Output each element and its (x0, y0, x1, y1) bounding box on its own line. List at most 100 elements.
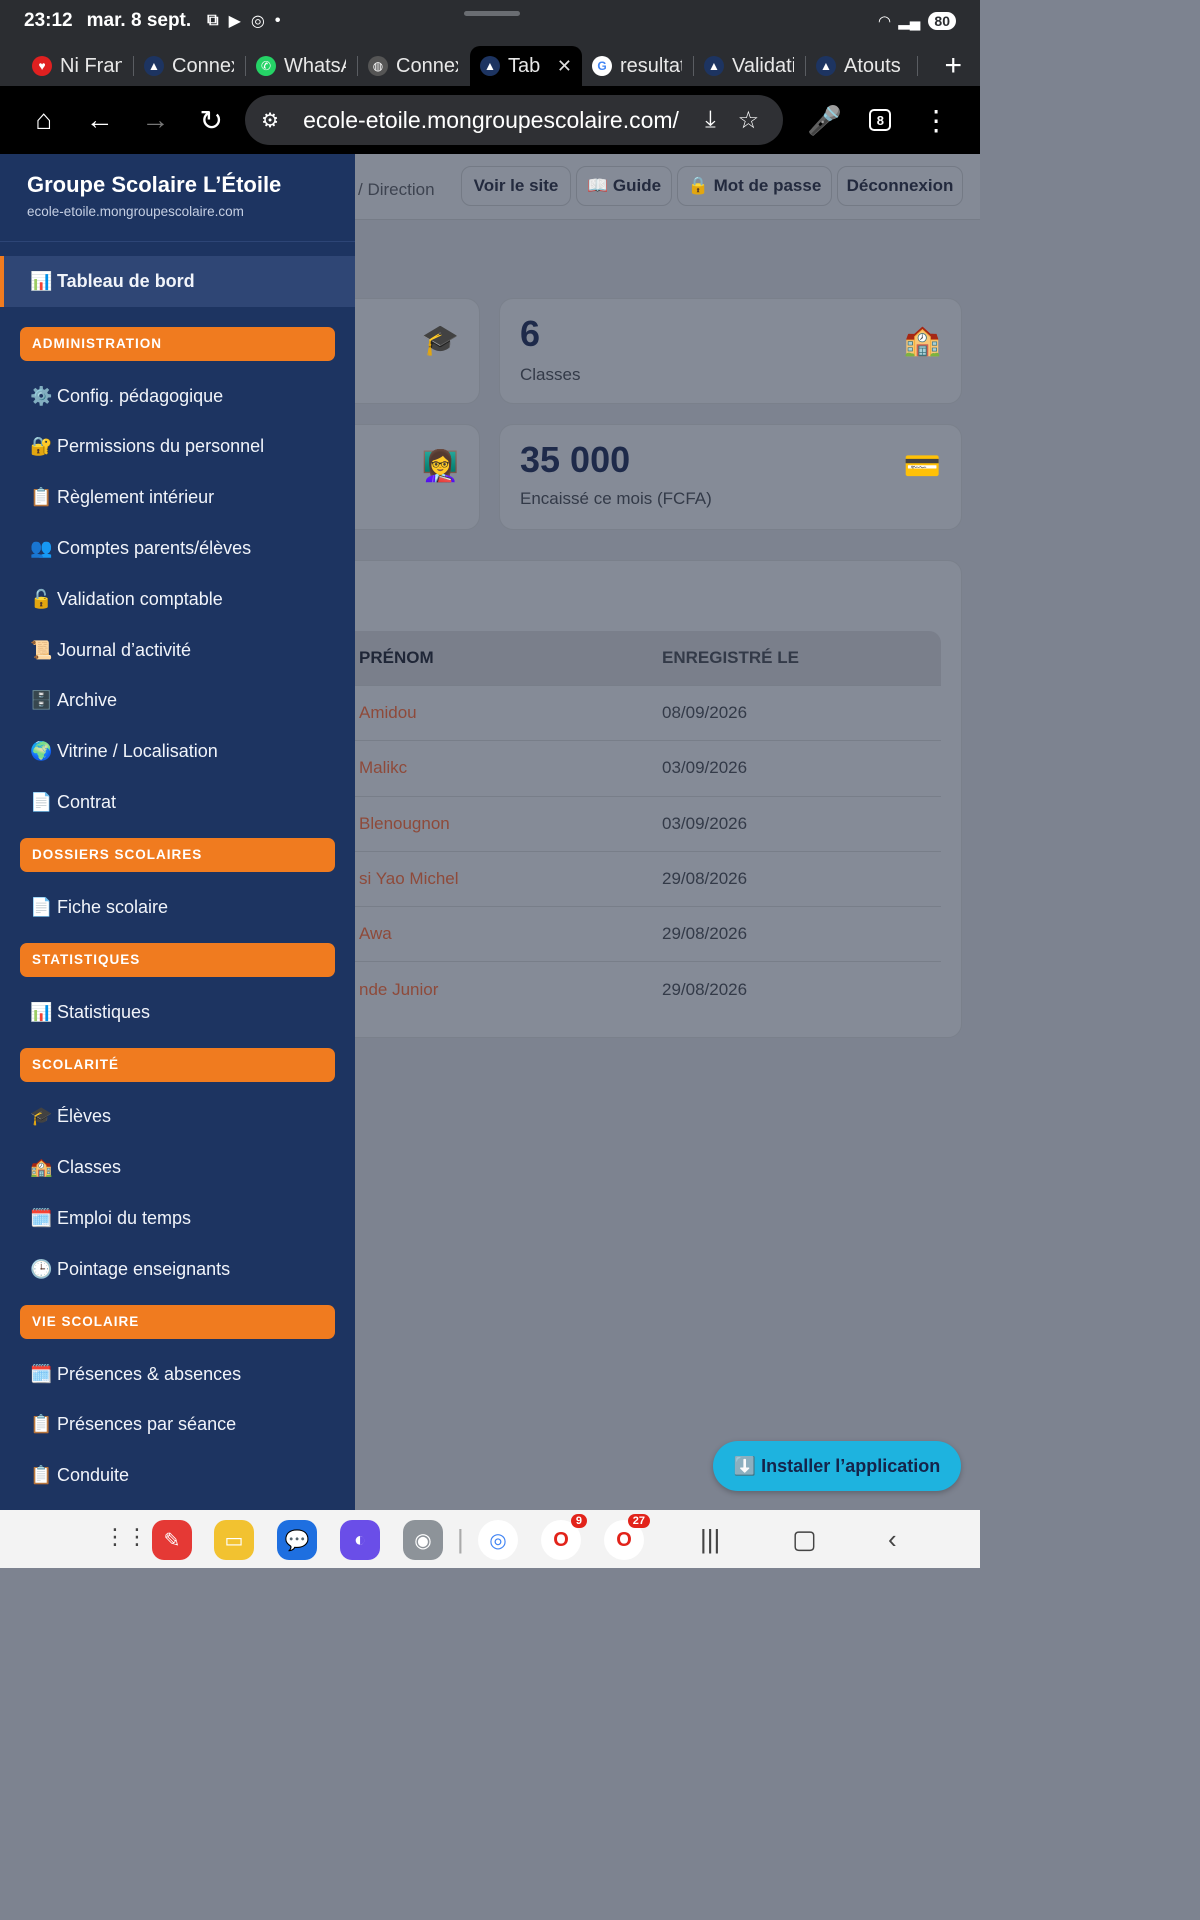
dock-divider: | (457, 1524, 464, 1554)
sidebar-item-label: Vitrine / Localisation (57, 741, 218, 762)
view-site-button[interactable]: Voir le site (461, 166, 571, 206)
sidebar-item-dashboard[interactable]: 📊 Tableau de bord (0, 256, 355, 307)
sidebar-item-conduct[interactable]: 📋 Conduite (0, 1450, 355, 1501)
browser-tab[interactable]: ◍ Connexion (358, 46, 470, 86)
tab-count: 8 (869, 109, 892, 131)
classes-label: Classes (520, 365, 581, 384)
messages-app-icon[interactable]: 💬 (277, 1520, 317, 1560)
sidebar-item-students[interactable]: 🎓 Élèves (0, 1092, 355, 1143)
password-button[interactable]: 🔒 Mot de passe (677, 166, 832, 206)
bookmark-star-icon[interactable]: ☆ (738, 106, 760, 135)
sidebar-brand: Groupe Scolaire L’Étoile ecole-etoile.mo… (0, 154, 355, 242)
home-icon[interactable]: ⌂ (16, 91, 72, 149)
internet-app-icon[interactable]: ◐ (340, 1520, 380, 1560)
table-row[interactable]: si Yao Michel 29/08/2026 (301, 850, 941, 906)
browser-toolbar: ⌂ ← → ↻ ⚙ ecole-etoile.mongroupescolaire… (0, 86, 980, 154)
close-tab-icon[interactable]: ✕ (557, 56, 572, 77)
sidebar-item-session-attendance[interactable]: 📋 Présences par séance (0, 1400, 355, 1451)
credit-card-icon: 💳 (903, 450, 941, 483)
browser-tab[interactable]: ▲ Atouts (806, 46, 918, 86)
table-row[interactable]: Blenougnon 03/09/2026 (301, 795, 941, 851)
browser-tab[interactable]: ▲ Validation (694, 46, 806, 86)
table-row[interactable]: Amidou 08/09/2026 (301, 685, 941, 740)
microphone-icon[interactable]: 🎤 (797, 91, 853, 149)
tab-switcher-button[interactable]: 8 (852, 91, 908, 149)
sidebar-item-classes[interactable]: 🏫 Classes (0, 1142, 355, 1193)
sidebar-item-teacher-timesheet[interactable]: 🕒 Pointage enseignants (0, 1244, 355, 1295)
notes-app-icon[interactable]: ✎ (152, 1520, 192, 1560)
student-firstname[interactable]: Blenougnon (301, 814, 662, 834)
back-button-icon[interactable]: ‹ (888, 1524, 897, 1555)
tab-label: WhatsApp (284, 54, 346, 77)
home-button-icon[interactable]: ▢ (792, 1524, 817, 1555)
browser-tab[interactable]: ▲ Connexion (134, 46, 246, 86)
table-row[interactable]: Malikc 03/09/2026 (301, 740, 941, 795)
sidebar-item-internal-rules[interactable]: 📋 Règlement intérieur (0, 472, 355, 523)
browser-tab-active[interactable]: ▲ Tableau ✕ (470, 46, 582, 86)
sidebar-item-label: Présences par séance (57, 1414, 237, 1435)
stat-card-cashed: 35 000 Encaissé ce mois (FCFA) 💳 (499, 424, 962, 530)
sidebar-item-school-record[interactable]: 📄 Fiche scolaire (0, 882, 355, 933)
android-navigation-bar: ⋮⋮⋮ ✎ ▭ 💬 ◐ ◉ | ◎ O 9 O 27 ||| ▢ ‹ (0, 1510, 980, 1568)
sidebar-item-timetable[interactable]: 🗓️ Emploi du temps (0, 1193, 355, 1244)
sidebar-item-accounting-validation[interactable]: 🔓 Validation comptable (0, 574, 355, 625)
table-row[interactable]: nde Junior 29/08/2026 (301, 961, 941, 1016)
sidebar-item-statistics[interactable]: 📊 Statistiques (0, 987, 355, 1038)
logout-button[interactable]: Déconnexion (837, 166, 963, 206)
browser-tab[interactable]: ✆ WhatsApp (246, 46, 358, 86)
chrome-app-icon[interactable]: ◎ (478, 1520, 518, 1560)
sidebar-item-label: Statistiques (57, 1001, 151, 1022)
address-bar[interactable]: ⚙ ecole-etoile.mongroupescolaire.com/ ⤓ … (245, 95, 783, 145)
browser-tab[interactable]: G resultats (582, 46, 694, 86)
student-firstname[interactable]: nde Junior (301, 980, 662, 1000)
unlock-icon: 🔓 (30, 588, 53, 609)
section-header-administration: ADMINISTRATION (20, 326, 335, 361)
recent-apps-icon[interactable]: ||| (700, 1524, 720, 1555)
sidebar-item-showcase-location[interactable]: 🌍 Vitrine / Localisation (0, 726, 355, 777)
registered-date: 08/09/2026 (662, 703, 748, 723)
url-text[interactable]: ecole-etoile.mongroupescolaire.com/ (303, 107, 683, 134)
table-header: PRÉNOM ENREGISTRÉ LE (301, 631, 941, 685)
opera-app-icon[interactable]: O 27 (604, 1514, 650, 1560)
table-row[interactable]: Awa 29/08/2026 (301, 906, 941, 961)
guide-button[interactable]: 📖 Guide (576, 166, 672, 206)
student-firstname[interactable]: Amidou (301, 703, 662, 723)
sidebar-item-archive[interactable]: 🗄️ Archive (0, 676, 355, 727)
back-icon[interactable]: ← (72, 91, 128, 149)
install-app-button[interactable]: ⬇️ Installer l’application (713, 1441, 961, 1491)
sidebar-item-attendance[interactable]: 🗓️ Présences & absences (0, 1349, 355, 1400)
classes-count: 6 (520, 313, 541, 354)
file-cabinet-icon: 🗄️ (30, 690, 53, 711)
new-tab-icon[interactable]: + (944, 46, 962, 86)
calendar-icon: 🗓️ (30, 1363, 53, 1384)
users-icon: 👥 (30, 538, 53, 559)
column-header-registered: ENREGISTRÉ LE (662, 648, 799, 667)
sidebar-item-contract[interactable]: 📄 Contrat (0, 777, 355, 828)
sidebar-item-activity-log[interactable]: 📜 Journal d’activité (0, 625, 355, 676)
registered-date: 03/09/2026 (662, 813, 748, 833)
sidebar-item-label: Présences & absences (57, 1363, 242, 1384)
student-firstname[interactable]: Malikc (301, 758, 662, 778)
sidebar-item-pedagogical-config[interactable]: ⚙️ Config. pédagogique (0, 371, 355, 422)
files-app-icon[interactable]: ▭ (214, 1520, 254, 1560)
chart-icon: 📊 (30, 270, 53, 291)
student-firstname[interactable]: si Yao Michel (301, 869, 662, 889)
sidebar-item-staff-permissions[interactable]: 🔐 Permissions du personnel (0, 422, 355, 473)
school-logo-icon: ▲ (816, 56, 836, 76)
browser-menu-icon[interactable]: ⋮ (908, 91, 964, 149)
lock-key-icon: 🔐 (30, 436, 53, 457)
sidebar-item-parent-accounts[interactable]: 👥 Comptes parents/élèves (0, 523, 355, 574)
browser-tab[interactable]: ♥ Ni Franc (22, 46, 134, 86)
breadcrumb: / Direction (358, 180, 435, 199)
student-firstname[interactable]: Awa (301, 924, 662, 944)
heart-icon: ♥ (32, 56, 52, 76)
forward-icon[interactable]: → (128, 91, 184, 149)
chrome-notification-icon: ◎ (250, 13, 265, 30)
camera-app-icon[interactable]: ◉ (403, 1520, 443, 1560)
wifi-icon: ◠ (878, 13, 891, 30)
window-handle[interactable] (464, 11, 520, 16)
install-app-icon[interactable]: ⤓ (705, 106, 716, 134)
reload-icon[interactable]: ↻ (183, 91, 239, 149)
opera-mini-app-icon[interactable]: O 9 (541, 1514, 587, 1560)
site-settings-icon[interactable]: ⚙ (261, 108, 289, 133)
